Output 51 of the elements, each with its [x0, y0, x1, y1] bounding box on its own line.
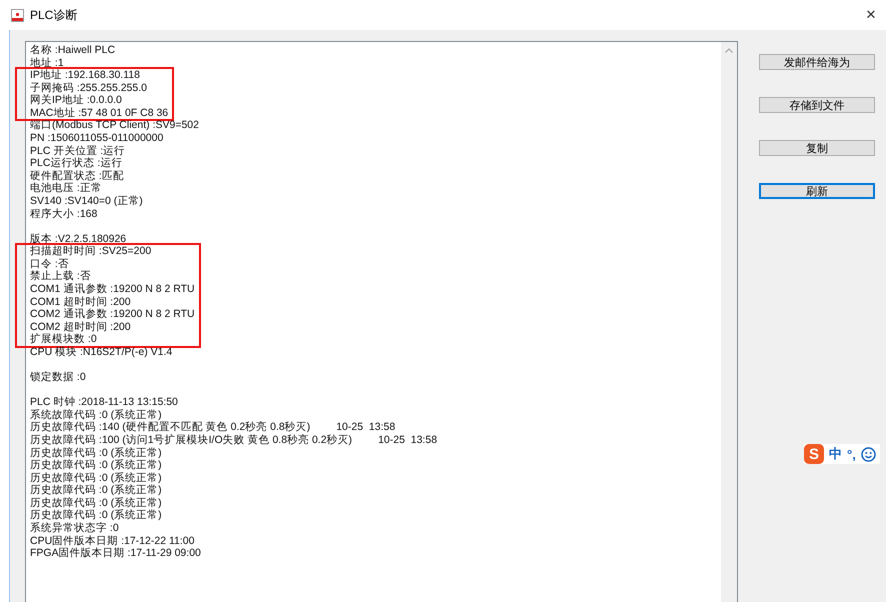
report-line: PLC 时钟 :2018-11-13 13:15:50: [30, 396, 178, 409]
report-line: 系统故障代码 :0 (系统正常): [30, 408, 162, 421]
report-line: COM1 超时时间 :200: [30, 296, 131, 308]
report-line: PN :1506011055-011000000: [30, 132, 164, 145]
report-line: 名称 :Haiwell PLC: [30, 44, 116, 57]
ime-punctuation[interactable]: °,: [847, 446, 856, 462]
report-line: IP地址 :192.168.30.118: [30, 69, 140, 82]
smiley-icon[interactable]: [860, 446, 876, 462]
report-line: MAC地址 :57 48 01 0F C8 36: [30, 106, 168, 119]
report-line: 口令 :否: [30, 258, 69, 270]
report-line: COM1 通讯参数 :19200 N 8 2 RTU: [30, 282, 195, 296]
report-line: SV140 :SV140=0 (正常): [30, 194, 143, 208]
report-line: PLC运行状态 :运行: [30, 157, 122, 170]
report-line: FPGA固件版本日期 :17-11-29 09:00: [30, 547, 201, 560]
close-button[interactable]: ✕: [856, 7, 886, 23]
report-line: 历史故障代码 :0 (系统正常): [30, 496, 162, 509]
report-line: 程序大小 :168: [30, 208, 98, 220]
app-icon: [11, 8, 24, 22]
action-button[interactable]: 复制: [759, 140, 875, 156]
report-line: 历史故障代码 :0 (系统正常): [30, 484, 162, 497]
report-text-area[interactable]: [25, 41, 738, 602]
report-line: 历史故障代码 :100 (访问1号扩展模块I/O失败 黄色 0.8秒亮 0.2秒灭): [30, 434, 352, 446]
report-line: 历史故障代码 :0 (系统正常): [30, 446, 162, 458]
report-line: 版本 :V2.2.5.180926: [30, 232, 126, 245]
report-line: 禁止上载 :否: [30, 270, 91, 283]
report-line: 硬件配置状态 :匹配: [30, 170, 124, 182]
report-line: 扫描超时时间 :SV25=200: [30, 245, 152, 258]
report-line: 系统异常状态字 :0: [30, 522, 119, 535]
action-button[interactable]: 存储到文件: [759, 97, 875, 113]
report-line: 电池电压 :正常: [30, 182, 102, 195]
window-title: PLC诊断: [30, 6, 78, 24]
action-button[interactable]: 发邮件给海为: [759, 54, 875, 70]
report-line: 子网掩码 :255.255.255.0: [30, 82, 147, 94]
action-button[interactable]: 刷新: [759, 183, 875, 199]
report-line: COM2 通讯参数 :19200 N 8 2 RTU: [30, 308, 195, 321]
report-line: 网关IP地址 :0.0.0.0: [30, 94, 122, 107]
report-line: 历史故障代码 :0 (系统正常): [30, 459, 162, 472]
report-line: 地址 :1: [30, 56, 64, 69]
report-line: COM2 超时时间 :200: [30, 320, 131, 333]
report-line: 锁定数据 :0: [30, 371, 86, 384]
report-line: CPU固件版本日期 :17-12-22 11:00: [30, 534, 194, 547]
fault-time: 10-25 13:58: [336, 421, 396, 434]
report-line: 端口(Modbus TCP Client) :SV9=502: [30, 119, 199, 132]
report-line: 历史故障代码 :0 (系统正常): [30, 472, 162, 484]
fault-time: 10-25 13:58: [378, 434, 438, 446]
report-line: PLC 开关位置 :运行: [30, 144, 126, 157]
report-line: 历史故障代码 :0 (系统正常): [30, 509, 162, 522]
report-line: 扩展模块数 :0: [30, 333, 97, 346]
report-line: 历史故障代码 :140 (硬件配置不匹配 黄色 0.2秒亮 0.8秒灭): [30, 421, 310, 434]
ime-mode[interactable]: 中: [829, 445, 842, 463]
report-line: CPU 模块 :N16S2T/P(-e) V1.4: [30, 346, 172, 358]
